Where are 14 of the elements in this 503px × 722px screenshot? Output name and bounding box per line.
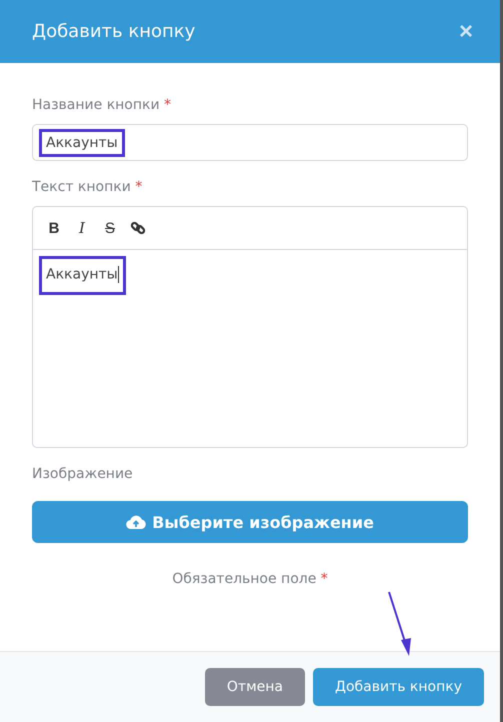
bold-button[interactable]: B — [43, 220, 65, 236]
text-editor[interactable]: B I S Аккаунты — [32, 206, 468, 448]
input-field[interactable]: Аккаунты — [32, 124, 468, 161]
dialog-title: Добавить кнопку — [32, 21, 196, 42]
cancel-button[interactable]: Отмена — [204, 668, 305, 706]
field-label: Название кнопки * — [32, 97, 172, 113]
italic-button[interactable]: I — [71, 219, 93, 237]
field-value: Аккаунты — [39, 128, 125, 156]
editor-text: Аккаунты — [39, 256, 126, 295]
strikethrough-button[interactable]: S — [99, 220, 121, 236]
field-label: Изображение — [32, 466, 134, 482]
required-note: Обязательное поле * — [171, 571, 329, 587]
cloud-upload-icon — [126, 514, 146, 530]
field-label: Текст кнопки * — [32, 179, 144, 195]
